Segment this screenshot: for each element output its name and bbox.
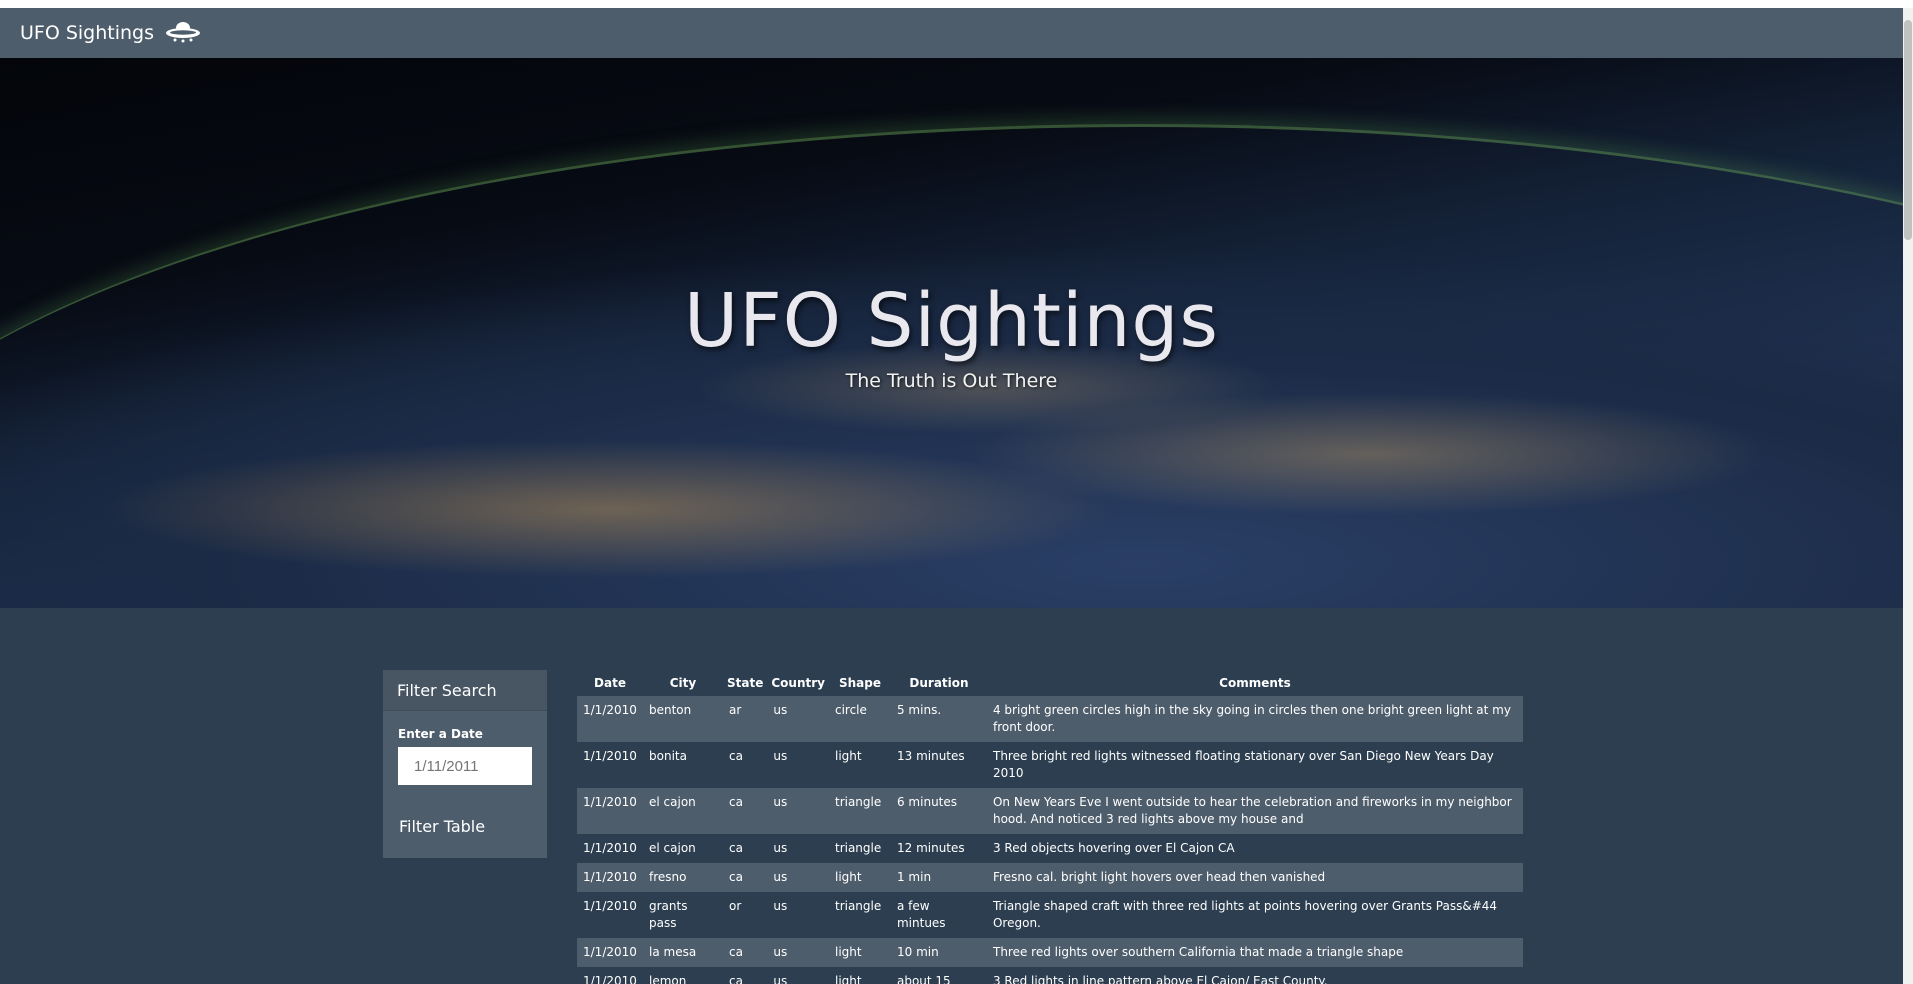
cell-duration: 6 minutes	[896, 795, 958, 809]
cell-country: us	[773, 870, 788, 884]
table-row: 1/1/2010 lemon grove ca us light about 15 min…	[577, 967, 1523, 984]
cell-duration: 13 minutes	[896, 749, 965, 763]
filter-table-button[interactable]: Filter Table	[399, 817, 485, 836]
cell-city: fresno	[649, 870, 687, 884]
cell-country: us	[773, 749, 788, 763]
table-header-row: Date City State Country Shape Duration C…	[577, 670, 1523, 696]
filter-panel: Filter Search Enter a Date Filter Table	[383, 670, 547, 858]
cell-comments: Fresno cal. bright light hovers over hea…	[992, 870, 1326, 884]
page: UFO Sightings UFO Sightings The Truth is…	[0, 8, 1903, 984]
cell-state: or	[729, 899, 742, 913]
cell-duration: 5 mins.	[896, 703, 942, 717]
cell-comments: Three red lights over southern Californi…	[992, 945, 1404, 959]
hero-title: UFO Sightings	[684, 278, 1219, 364]
column-header-date: Date	[594, 676, 626, 690]
table-row: 1/1/2010 benton ar us circle 5 mins. 4 bright …	[577, 696, 1523, 742]
cell-state: ca	[729, 841, 743, 855]
cell-comments: 3 Red lights in line pattern above El Ca…	[992, 974, 1328, 984]
table-row: 1/1/2010 la mesa ca us light 10 min Three red …	[577, 938, 1523, 967]
cell-state: ca	[729, 974, 743, 984]
column-header-duration: Duration	[909, 676, 969, 690]
cell-duration: about 15 minutes	[896, 974, 951, 984]
navbar-brand[interactable]: UFO Sightings	[20, 19, 202, 48]
brand-title: UFO Sightings	[20, 22, 155, 44]
hero-subtitle: The Truth is Out There	[845, 370, 1058, 392]
column-header-city: City	[669, 676, 697, 690]
table-row: 1/1/2010 fresno ca us light 1 min Fresno cal. …	[577, 863, 1523, 892]
cell-date: 1/1/2010	[583, 870, 637, 884]
cell-city: el cajon	[649, 841, 696, 855]
cell-date: 1/1/2010	[583, 841, 637, 855]
cell-state: ca	[729, 870, 743, 884]
cell-comments: Three bright red lights witnessed floati…	[992, 749, 1494, 780]
cell-country: us	[773, 974, 788, 984]
cell-duration: 12 minutes	[896, 841, 965, 855]
filter-panel-title: Filter Search	[383, 670, 547, 711]
date-label: Enter a Date	[398, 727, 483, 741]
cell-state: ca	[729, 945, 743, 959]
cell-state: ca	[729, 749, 743, 763]
cell-date: 1/1/2010	[583, 974, 637, 984]
cell-date: 1/1/2010	[583, 795, 637, 809]
cell-comments: 4 bright green circles high in the sky g…	[992, 703, 1511, 734]
column-header-comments: Comments	[1219, 676, 1291, 690]
cell-country: us	[773, 795, 788, 809]
cell-city: el cajon	[649, 795, 696, 809]
cell-comments: On New Years Eve I went outside to hear …	[992, 795, 1512, 826]
column-header-state: State	[727, 676, 764, 690]
cell-city: lemon grove	[649, 974, 687, 984]
table-row: 1/1/2010 grants pass or us triangle a few min…	[577, 892, 1523, 938]
scrollbar-thumb[interactable]	[1904, 20, 1912, 240]
cell-city: bonita	[649, 749, 687, 763]
cell-shape: triangle	[834, 841, 882, 855]
cell-shape: light	[834, 749, 862, 763]
cell-country: us	[773, 703, 788, 717]
cell-duration: a few mintues	[896, 899, 946, 930]
column-header-country: Country	[771, 676, 825, 690]
table-row: 1/1/2010 el cajon ca us triangle 12 minutes 3 …	[577, 834, 1523, 863]
column-header-shape: Shape	[838, 676, 881, 690]
table-body: 1/1/2010 benton ar us circle 5 mins. 4 bright …	[577, 696, 1523, 984]
cell-state: ar	[729, 703, 742, 717]
sightings-table-container: Date City State Country Shape Duration C…	[577, 670, 1523, 984]
cell-shape: triangle	[834, 899, 882, 913]
cell-date: 1/1/2010	[583, 945, 637, 959]
cell-city: la mesa	[649, 945, 697, 959]
cell-shape: triangle	[834, 795, 882, 809]
cell-date: 1/1/2010	[583, 899, 637, 913]
cell-city: grants pass	[649, 899, 688, 930]
cell-city: benton	[649, 703, 692, 717]
sightings-table: Date City State Country Shape Duration C…	[577, 670, 1523, 984]
cell-comments: 3 Red objects hovering over El Cajon CA	[992, 841, 1235, 855]
cell-state: ca	[729, 795, 743, 809]
cell-date: 1/1/2010	[583, 749, 637, 763]
cell-shape: light	[834, 870, 862, 884]
date-input[interactable]	[398, 747, 532, 785]
hero-banner: UFO Sightings The Truth is Out There	[0, 58, 1903, 608]
ufo-icon	[164, 19, 202, 48]
cell-country: us	[773, 945, 788, 959]
cell-duration: 1 min	[896, 870, 932, 884]
cell-date: 1/1/2010	[583, 703, 637, 717]
page-scrollbar[interactable]	[1903, 8, 1913, 984]
cell-country: us	[773, 899, 788, 913]
cell-shape: light	[834, 945, 862, 959]
table-row: 1/1/2010 bonita ca us light 13 minutes Three b…	[577, 742, 1523, 788]
cell-country: us	[773, 841, 788, 855]
navbar: UFO Sightings	[0, 8, 1903, 58]
table-row: 1/1/2010 el cajon ca us triangle 6 minutes On …	[577, 788, 1523, 834]
cell-comments: Triangle shaped craft with three red lig…	[992, 899, 1498, 930]
cell-shape: circle	[834, 703, 867, 717]
cell-shape: light	[834, 974, 862, 984]
cell-duration: 10 min	[896, 945, 939, 959]
